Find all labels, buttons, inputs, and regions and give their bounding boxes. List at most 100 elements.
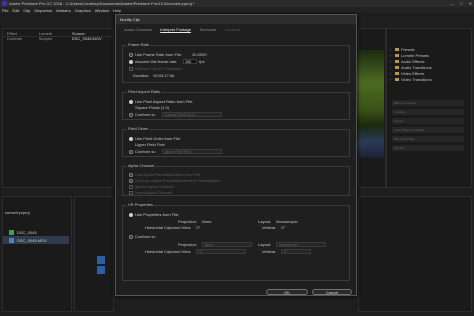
lumetri-vignette[interactable]: Vignette [392,145,464,151]
tab-interpret-footage[interactable]: Interpret Footage [160,27,191,32]
frame-rate-input[interactable]: 100 [183,59,198,64]
label-color-icon [9,237,14,243]
use-field-order-option[interactable]: Use Field Order from File: [129,136,181,141]
menu-file[interactable]: File [2,8,8,13]
radio-icon [129,234,133,239]
folder-icon [395,53,399,57]
project-item[interactable]: DSC_0045.MOV [3,236,69,244]
folder-icon [395,59,399,63]
conform-pixel-aspect-option[interactable]: Conform to: Square Pixels (1.0) [129,112,222,117]
project-file-label: convert.prproj [5,209,30,215]
menu-window[interactable]: Window [95,8,109,13]
lumetri-curves[interactable]: Curves [392,118,464,124]
radio-icon [129,178,133,183]
menu-graphics[interactable]: Graphics [75,8,91,13]
remove-pulldown-option[interactable]: Remove 24p DV Pulldown [129,66,182,71]
lumetri-color-wheels[interactable]: Color Wheels & Match [392,127,464,133]
vertical-value: 0° [281,225,286,230]
chevron-right-icon: › [390,70,392,76]
vertical-label: Vertical: [262,225,277,230]
duration-label: Duration: [133,73,150,78]
ok-button[interactable]: OK [266,289,308,295]
lumetri-sections: Basic Correction Creative Curves Color W… [392,100,464,154]
minimize-button[interactable]: — [450,1,454,6]
layout-value: Monoscopic [276,219,298,224]
tab-timecode[interactable]: Timecode [199,27,216,32]
option-label: Invert Alpha Channel [135,190,173,195]
vr-vertical-conform-row: Vertical: 0° [262,249,312,254]
option-label: Use Properties from File: [135,212,180,217]
vr-layout-conform-row: Layout: Monoscopic [258,242,327,247]
conform-vr-option[interactable]: Conform to: [129,234,156,239]
option-label: Conform Alpha Premultiplication to Premu… [135,178,221,183]
tab-effect-controls[interactable]: Effect Controls [7,31,29,41]
use-frame-rate-option[interactable]: Use Frame Rate from File: 30.0000 [129,52,207,57]
option-label: Use Frame Rate from File: [135,52,183,57]
projection-label: Projection: [178,242,197,247]
premiere-logo-icon [2,1,7,6]
radio-icon [129,99,133,104]
chevron-right-icon: › [390,64,392,70]
layout-dropdown[interactable]: Monoscopic [276,242,327,247]
lumetri-creative[interactable]: Creative [392,109,464,115]
checkbox-icon [129,66,133,71]
label-color-icon [9,229,14,235]
hcv-dropdown[interactable]: 0° [196,249,247,254]
timeline-clip-v1[interactable] [97,256,105,264]
use-pixel-aspect-option[interactable]: Use Pixel Aspect Ratio from File: [129,99,193,104]
vr-properties-group: VR Properties Use Properties from File: … [122,202,350,281]
invert-alpha-option[interactable]: Invert Alpha Channel [129,190,172,195]
tab-audio-channels[interactable]: Audio Channels [124,27,152,32]
vr-projection-row: Projection: None [178,219,211,224]
close-button[interactable]: ✕ [469,1,472,6]
duration-value: 00;00;17;06 [153,73,175,78]
alpha-option-1[interactable]: Use Alpha Premultiplication from File [129,172,200,177]
menu-markers[interactable]: Markers [56,8,70,13]
pixel-aspect-dropdown[interactable]: Square Pixels (1.0) [161,112,222,117]
maximize-button[interactable]: □ [460,1,462,6]
assume-frame-rate-option[interactable]: Assume this frame rate: 100 fps [129,59,205,64]
option-label: Use Pixel Aspect Ratio from File: [135,99,194,104]
alpha-option-2[interactable]: Conform Alpha Premultiplication to Premu… [129,178,221,183]
menu-sequence[interactable]: Sequence [34,8,52,13]
radio-icon [129,212,133,217]
timeline-clip-a1[interactable] [97,266,105,274]
source-panel: Effect Controls Lumetri Scopes Source: D… [2,28,114,188]
radio-icon [129,136,133,141]
hcv-value: 0° [196,225,201,230]
cancel-button[interactable]: Cancel [312,289,352,295]
effects-item-label: Audio Transitions [401,64,432,70]
timeline-panel [74,196,114,312]
field-order-title: Field Order [127,126,150,131]
effects-item-video-transitions[interactable]: › Video Transitions [390,76,468,82]
vr-hcv-conform-row: Horizontal Captured View: 0° [145,249,247,254]
lumetri-basic-correction[interactable]: Basic Correction [392,100,464,106]
vr-layout-row: Layout: Monoscopic [258,219,297,224]
timeline-right-panel [358,196,472,312]
project-item[interactable]: DSC_0045 [3,228,69,236]
projection-value: None [201,219,212,224]
menu-clip[interactable]: Clip [23,8,30,13]
chevron-right-icon: › [390,76,392,82]
vertical-dropdown[interactable]: 0° [281,249,312,254]
frame-rate-title: Frame Rate [127,42,151,47]
tab-captions[interactable]: Captions [224,27,240,32]
menu-edit[interactable]: Edit [12,8,19,13]
hcv-label: Horizontal Captured View: [145,249,192,254]
tab-lumetri-scopes[interactable]: Lumetri Scopes [39,31,62,41]
effects-item-label: Lumetri Presets [401,52,430,58]
tab-source[interactable]: Source: DSC_0045.MOV [72,31,109,41]
project-item-name: DSC_0045 [17,229,37,235]
conform-field-order-option[interactable]: Conform to: Upper Field First [129,149,222,154]
menu-help[interactable]: Help [113,8,121,13]
field-order-dropdown[interactable]: Upper Field First [161,149,222,154]
fps-label: fps [199,59,205,64]
lumetri-hsl-secondary[interactable]: HSL Secondary [392,136,464,142]
project-contents: convert.prproj DSC_0045 DSC_0045.MOV [3,208,69,308]
use-vr-properties-option[interactable]: Use Properties from File: [129,212,179,217]
folder-icon [395,71,399,75]
project-item-name: DSC_0045.MOV [17,237,47,243]
projection-dropdown[interactable]: None [201,242,252,247]
vertical-label: Vertical: [262,249,277,254]
ignore-alpha-option[interactable]: Ignore Alpha Channel [129,184,173,189]
